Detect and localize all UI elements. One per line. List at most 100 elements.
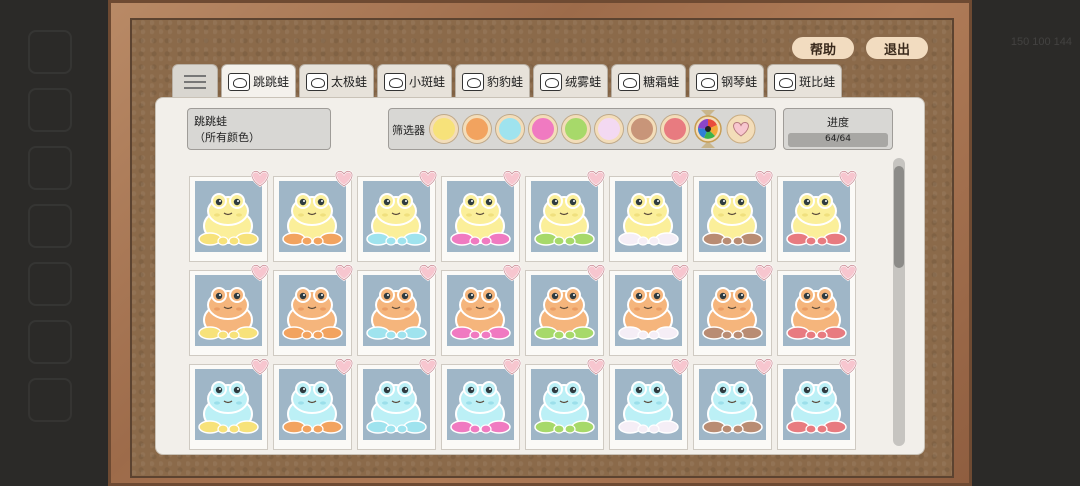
- frog-card[interactable]: [525, 364, 604, 450]
- frog-image: [447, 369, 514, 440]
- color-swatch-red[interactable]: [661, 115, 689, 143]
- tab-xiaobanwa[interactable]: 小斑蛙: [377, 64, 453, 98]
- tab-taijiwa[interactable]: 太极蛙: [299, 64, 375, 98]
- exit-button[interactable]: 退出: [864, 35, 930, 61]
- frog-card[interactable]: [357, 270, 436, 356]
- favorite-heart-icon[interactable]: [333, 356, 355, 376]
- menu-tab[interactable]: [172, 64, 218, 98]
- favorite-heart-icon[interactable]: [501, 168, 523, 188]
- tab-baobaowa[interactable]: 豹豹蛙: [455, 64, 531, 98]
- frog-image: [615, 275, 682, 346]
- frog-image: [783, 369, 850, 440]
- favorite-heart-icon[interactable]: [417, 168, 439, 188]
- favorite-heart-icon[interactable]: [837, 262, 859, 282]
- progress-title: 进度: [827, 116, 849, 129]
- favorite-filter-heart-icon[interactable]: [726, 114, 756, 144]
- frog-card[interactable]: [693, 270, 772, 356]
- frog-image: [699, 369, 766, 440]
- color-swatch-lavender[interactable]: [595, 115, 623, 143]
- grid-scrollbar[interactable]: [893, 158, 905, 446]
- frog-card[interactable]: [777, 364, 856, 450]
- tab-label: 小斑蛙: [409, 75, 446, 89]
- frog-tabs: 跳跳蛙 太极蛙 小斑蛙 豹豹蛙 绒雾蛙 糖霜蛙 钢琴蛙 斑比蛙: [172, 64, 843, 98]
- frog-image: [363, 275, 430, 346]
- favorite-heart-icon[interactable]: [585, 262, 607, 282]
- frog-card[interactable]: [777, 270, 856, 356]
- frog-card[interactable]: [273, 270, 352, 356]
- menu-icon: [184, 74, 206, 89]
- favorite-heart-icon[interactable]: [837, 356, 859, 376]
- favorite-heart-icon[interactable]: [669, 168, 691, 188]
- color-swatch-pink[interactable]: [529, 115, 557, 143]
- frog-card[interactable]: [609, 176, 688, 262]
- help-button[interactable]: 帮助: [790, 35, 856, 61]
- filter-label: 筛选器: [392, 124, 425, 137]
- favorite-heart-icon[interactable]: [249, 356, 271, 376]
- all-colors-filter-icon[interactable]: [693, 108, 723, 150]
- frog-card[interactable]: [777, 176, 856, 262]
- favorite-heart-icon[interactable]: [753, 356, 775, 376]
- favorite-heart-icon[interactable]: [333, 168, 355, 188]
- favorite-heart-icon[interactable]: [585, 168, 607, 188]
- tab-label: 钢琴蛙: [721, 75, 758, 89]
- favorite-heart-icon[interactable]: [753, 168, 775, 188]
- frog-card[interactable]: [693, 364, 772, 450]
- frog-card[interactable]: [357, 364, 436, 450]
- frog-icon: [462, 72, 485, 91]
- frog-card[interactable]: [189, 176, 268, 262]
- frog-image: [195, 181, 262, 252]
- frog-image: [279, 275, 346, 346]
- favorite-heart-icon[interactable]: [837, 168, 859, 188]
- tab-tiaotiaowa[interactable]: 跳跳蛙: [221, 64, 297, 98]
- tab-label: 糖霜蛙: [643, 75, 680, 89]
- favorite-heart-icon[interactable]: [333, 262, 355, 282]
- favorite-heart-icon[interactable]: [501, 356, 523, 376]
- color-swatch-cyan[interactable]: [496, 115, 524, 143]
- frog-card[interactable]: [273, 364, 352, 450]
- color-swatch-green[interactable]: [562, 115, 590, 143]
- frog-image: [195, 275, 262, 346]
- favorite-heart-icon[interactable]: [753, 262, 775, 282]
- tab-gangqinwa[interactable]: 钢琴蛙: [689, 64, 765, 98]
- frog-image: [615, 181, 682, 252]
- frog-card[interactable]: [441, 364, 520, 450]
- frog-card[interactable]: [273, 176, 352, 262]
- favorite-heart-icon[interactable]: [249, 168, 271, 188]
- tab-label: 跳跳蛙: [253, 75, 290, 89]
- frog-card[interactable]: [609, 364, 688, 450]
- favorite-heart-icon[interactable]: [669, 262, 691, 282]
- favorite-heart-icon[interactable]: [417, 262, 439, 282]
- color-swatch-yellow[interactable]: [430, 115, 458, 143]
- frog-card[interactable]: [525, 176, 604, 262]
- favorite-heart-icon[interactable]: [417, 356, 439, 376]
- frog-icon: [384, 72, 407, 91]
- frog-icon: [774, 72, 797, 91]
- color-swatch-brown[interactable]: [628, 115, 656, 143]
- favorite-heart-icon[interactable]: [249, 262, 271, 282]
- progress-box: 进度 64/64: [783, 108, 893, 150]
- favorite-heart-icon[interactable]: [501, 262, 523, 282]
- tab-banbiwa[interactable]: 斑比蛙: [767, 64, 843, 98]
- favorite-heart-icon[interactable]: [669, 356, 691, 376]
- frog-card[interactable]: [525, 270, 604, 356]
- frog-card[interactable]: [357, 176, 436, 262]
- frog-icon: [306, 72, 329, 91]
- tab-label: 豹豹蛙: [487, 75, 524, 89]
- tab-rongwuwa[interactable]: 绒雾蛙: [533, 64, 609, 98]
- favorite-heart-icon[interactable]: [585, 356, 607, 376]
- tab-label: 绒雾蛙: [565, 75, 602, 89]
- frog-icon: [696, 72, 719, 91]
- frog-icon: [228, 72, 250, 91]
- frog-card[interactable]: [693, 176, 772, 262]
- frog-card[interactable]: [609, 270, 688, 356]
- frog-card[interactable]: [441, 270, 520, 356]
- progress-count: 64/64: [825, 134, 851, 144]
- scrollbar-thumb[interactable]: [894, 166, 904, 268]
- frog-image: [783, 275, 850, 346]
- color-swatch-orange[interactable]: [463, 115, 491, 143]
- frog-card[interactable]: [441, 176, 520, 262]
- frog-card[interactable]: [189, 364, 268, 450]
- tab-tangshuangwa[interactable]: 糖霜蛙: [611, 64, 687, 98]
- frog-icon: [540, 72, 563, 91]
- frog-card[interactable]: [189, 270, 268, 356]
